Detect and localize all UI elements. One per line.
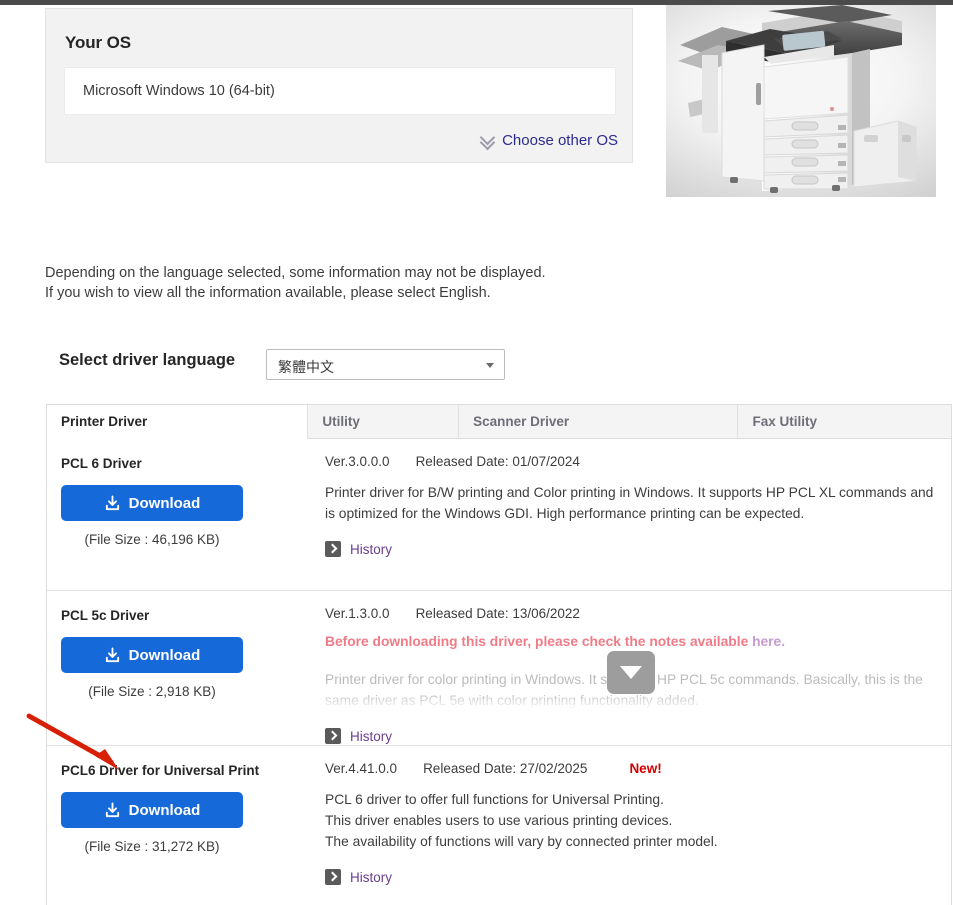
- tab-fax-utility[interactable]: Fax Utility: [737, 405, 951, 439]
- history-link[interactable]: History: [325, 541, 392, 557]
- driver-file-size: (File Size : 2,918 KB): [88, 684, 216, 699]
- driver-row-pcl5c: PCL 5c Driver Download (File Size : 2,91…: [47, 591, 951, 746]
- driver-released-date: Released Date: 01/07/2024: [415, 454, 580, 469]
- driver-row-right-universal: Ver.4.41.0.0 Released Date: 27/02/2025 N…: [325, 746, 951, 904]
- tab-utility[interactable]: Utility: [307, 405, 459, 439]
- chevron-right-icon: [325, 869, 341, 885]
- driver-language-select[interactable]: 繁體中文: [266, 349, 505, 380]
- tab-scanner-driver-label: Scanner Driver: [473, 414, 570, 429]
- driver-released-date: Released Date: 27/02/2025: [423, 761, 588, 776]
- chevron-right-icon: [325, 728, 341, 744]
- driver-row-pcl6-universal: PCL6 Driver for Universal Print Download…: [47, 746, 951, 905]
- select-driver-language-label: Select driver language: [59, 351, 236, 369]
- driver-meta: Ver.4.41.0.0 Released Date: 27/02/2025 N…: [325, 761, 935, 776]
- chevron-down-icon: [486, 363, 494, 368]
- language-notice-line2: If you wish to view all the information …: [45, 285, 491, 301]
- new-badge: New!: [629, 761, 662, 776]
- choose-other-os-link[interactable]: Choose other OS: [480, 132, 618, 149]
- driver-version: Ver.4.41.0.0: [325, 761, 398, 776]
- download-icon: [105, 646, 119, 662]
- driver-warning-here-link[interactable]: here.: [752, 634, 785, 649]
- driver-name: PCL 5c Driver: [61, 608, 150, 623]
- download-button-label: Download: [128, 646, 201, 664]
- detected-os-box: Microsoft Windows 10 (64-bit): [64, 67, 616, 115]
- driver-language-selected-value: 繁體中文: [278, 359, 334, 375]
- driver-released-date: Released Date: 13/06/2022: [415, 606, 580, 621]
- driver-list: PCL 6 Driver Download (File Size : 46,19…: [46, 439, 952, 905]
- tab-scanner-driver[interactable]: Scanner Driver: [458, 405, 738, 439]
- driver-row-right-pcl6: Ver.3.0.0.0 Released Date: 01/07/2024 Pr…: [325, 439, 951, 576]
- choose-other-os-label: Choose other OS: [502, 132, 618, 149]
- driver-description-line: This driver enables users to use various…: [325, 813, 673, 828]
- detected-os-value: Microsoft Windows 10 (64-bit): [83, 83, 275, 99]
- your-os-panel: Your OS Microsoft Windows 10 (64-bit) Ch…: [45, 8, 633, 163]
- driver-category-tabs: Printer Driver Utility Scanner Driver Fa…: [46, 404, 952, 439]
- driver-meta: Ver.1.3.0.0 Released Date: 13/06/2022: [325, 606, 935, 621]
- your-os-title: Your OS: [65, 33, 132, 52]
- driver-version: Ver.3.0.0.0: [325, 454, 390, 469]
- page-root: Your OS Microsoft Windows 10 (64-bit) Ch…: [0, 0, 953, 905]
- driver-version: Ver.1.3.0.0: [325, 606, 390, 621]
- driver-row-left-pcl5c: PCL 5c Driver Download (File Size : 2,91…: [47, 591, 313, 699]
- chevron-double-down-icon: [480, 134, 495, 148]
- download-button-label: Download: [128, 494, 201, 512]
- driver-row-left-pcl6: PCL 6 Driver Download (File Size : 46,19…: [47, 439, 313, 547]
- driver-row-left-universal: PCL6 Driver for Universal Print Download…: [47, 746, 313, 854]
- driver-name: PCL 6 Driver: [61, 456, 142, 471]
- driver-description-line: The availability of functions will vary …: [325, 834, 718, 849]
- printer-illustration: [678, 5, 917, 193]
- tab-fax-utility-label: Fax Utility: [752, 414, 817, 429]
- history-link-label: History: [350, 869, 393, 885]
- history-link[interactable]: History: [325, 869, 392, 885]
- tab-printer-driver-label: Printer Driver: [61, 414, 148, 429]
- driver-warning-notice: Before downloading this driver, please c…: [325, 634, 935, 649]
- download-button-label: Download: [128, 801, 201, 819]
- language-notice: Depending on the language selected, some…: [45, 263, 546, 303]
- driver-file-size: (File Size : 46,196 KB): [84, 532, 220, 547]
- history-link-label: History: [350, 728, 393, 744]
- chevron-right-icon: [325, 541, 341, 557]
- tab-utility-label: Utility: [322, 414, 360, 429]
- scroll-down-button[interactable]: [607, 651, 655, 694]
- driver-description: Printer driver for B/W printing and Colo…: [325, 485, 934, 521]
- driver-name: PCL6 Driver for Universal Print: [61, 763, 260, 778]
- printer-product-image: [666, 5, 936, 197]
- history-link[interactable]: History: [325, 728, 392, 744]
- download-button[interactable]: Download: [61, 485, 243, 521]
- driver-meta: Ver.3.0.0.0 Released Date: 01/07/2024: [325, 454, 935, 469]
- language-notice-line1: Depending on the language selected, some…: [45, 265, 546, 281]
- download-icon: [105, 801, 119, 817]
- download-button[interactable]: Download: [61, 637, 243, 673]
- history-link-label: History: [350, 541, 393, 557]
- driver-file-size: (File Size : 31,272 KB): [84, 839, 220, 854]
- driver-description-line: PCL 6 driver to offer full functions for…: [325, 792, 664, 807]
- driver-description: PCL 6 driver to offer full functions for…: [325, 789, 935, 852]
- driver-warning-text: Before downloading this driver, please c…: [325, 634, 753, 649]
- tab-printer-driver[interactable]: Printer Driver: [47, 405, 308, 439]
- download-button[interactable]: Download: [61, 792, 243, 828]
- driver-row-pcl6: PCL 6 Driver Download (File Size : 46,19…: [47, 439, 951, 591]
- download-icon: [105, 494, 119, 510]
